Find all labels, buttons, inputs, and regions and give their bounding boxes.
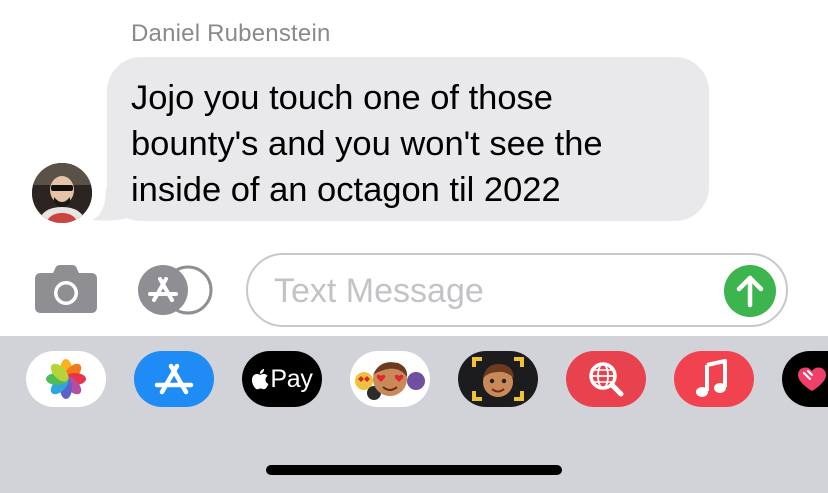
memoji-stickers-icon [355, 362, 425, 400]
message-input[interactable] [274, 269, 704, 313]
photos-app[interactable] [26, 351, 106, 407]
apple-pay-label: Pay [270, 364, 313, 393]
apps-button[interactable] [138, 265, 214, 315]
music-icon [696, 359, 727, 397]
apple-logo-icon [252, 369, 269, 390]
app-drawer: Pay [0, 336, 828, 493]
message-text-field[interactable] [246, 253, 788, 327]
sender-name: Daniel Rubenstein [131, 20, 331, 47]
arrow-up-icon [736, 275, 764, 308]
home-indicator[interactable] [266, 465, 562, 475]
image-search-app[interactable] [566, 351, 646, 407]
app-store-app[interactable] [134, 351, 214, 407]
music-app[interactable] [674, 351, 754, 407]
message-line: Jojo you touch one of those [131, 79, 553, 117]
avatar-photo [32, 163, 92, 223]
camera-button[interactable] [35, 265, 97, 313]
memoji-app[interactable] [458, 351, 538, 407]
photos-icon [46, 359, 86, 399]
globe-search-icon [589, 362, 624, 397]
memoji-stickers-app[interactable] [350, 351, 430, 407]
digital-touch-icon [798, 367, 826, 391]
message-line: inside of an octagon til 2022 [131, 171, 561, 209]
digital-touch-app[interactable] [782, 351, 828, 407]
apple-pay-app[interactable]: Pay [242, 351, 322, 407]
message-line: bounty's and you won't see the [131, 125, 603, 163]
memoji-icon [472, 357, 524, 401]
camera-icon [35, 265, 97, 313]
send-button[interactable] [724, 265, 776, 317]
received-message-bubble[interactable]: Jojo you touch one of those bounty's and… [107, 57, 709, 221]
messages-screen: Daniel Rubenstein Jojo you touch one of … [0, 0, 828, 493]
apple-pay-icon: Pay [242, 351, 322, 407]
avatar[interactable] [32, 163, 92, 223]
app-store-icon [154, 363, 194, 395]
app-store-icon [138, 265, 213, 315]
